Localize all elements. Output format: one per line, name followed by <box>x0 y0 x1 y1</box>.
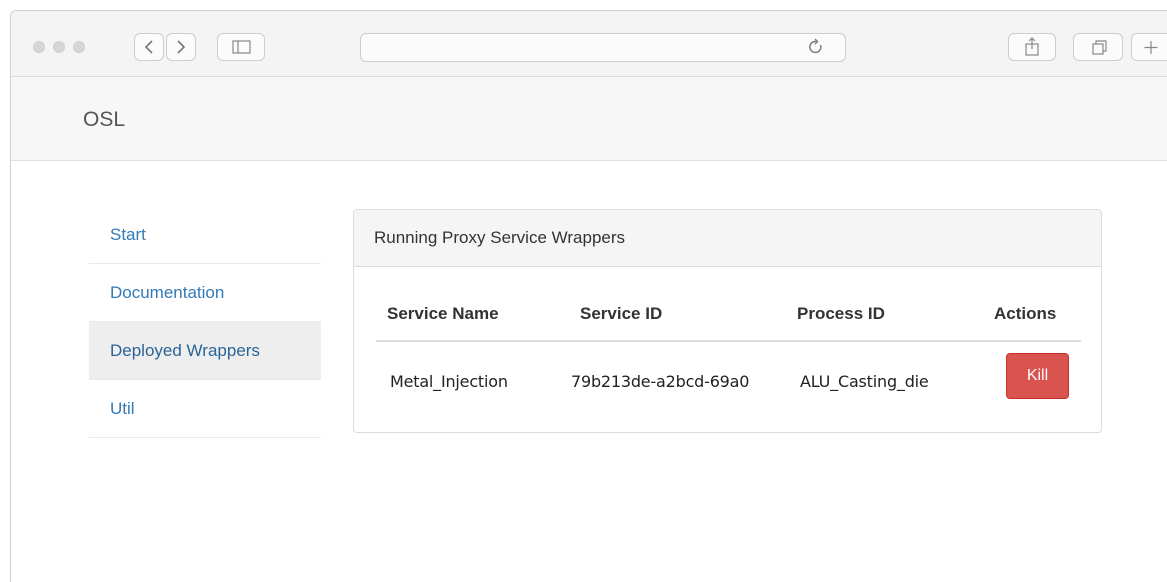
address-bar[interactable] <box>360 33 846 62</box>
tabs-icon <box>1092 40 1107 55</box>
tabs-overview-button[interactable] <box>1073 33 1123 61</box>
table-header-divider <box>376 340 1081 342</box>
column-header-service-id: Service ID <box>580 304 663 323</box>
back-button[interactable] <box>134 33 164 61</box>
panel-title: Running Proxy Service Wrappers <box>354 210 1101 267</box>
column-header-actions: Actions <box>994 304 1057 323</box>
forward-button[interactable] <box>166 33 196 61</box>
plus-icon <box>1144 41 1158 54</box>
column-header-process-id: Process ID <box>797 304 885 323</box>
browser-toolbar <box>11 11 1167 77</box>
sidebar-item-start[interactable]: Start <box>89 206 321 264</box>
running-wrappers-panel: Running Proxy Service Wrappers Service N… <box>353 209 1102 433</box>
zoom-window-button[interactable] <box>73 41 85 53</box>
sidebar-item-deployed-wrappers[interactable]: Deployed Wrappers <box>89 322 321 380</box>
kill-button[interactable]: Kill <box>1006 353 1069 399</box>
minimize-window-button[interactable] <box>53 41 65 53</box>
cell-process-id: ALU_Casting_die <box>800 372 929 391</box>
reload-icon[interactable] <box>806 37 826 57</box>
share-icon <box>1025 37 1039 56</box>
chevron-left-icon <box>144 40 153 54</box>
sidebar-item-documentation[interactable]: Documentation <box>89 264 321 322</box>
new-tab-button[interactable] <box>1131 33 1167 61</box>
close-window-button[interactable] <box>33 41 45 53</box>
sidebar-toggle-button[interactable] <box>217 33 265 61</box>
sidebar-icon <box>232 40 251 54</box>
share-button[interactable] <box>1008 33 1056 61</box>
chevron-right-icon <box>177 40 186 54</box>
browser-window: OSL Start Documentation Deployed Wrapper… <box>10 10 1167 582</box>
brand-title[interactable]: OSL <box>83 108 125 132</box>
cell-service-name: Metal_Injection <box>390 372 508 391</box>
sidebar-item-util[interactable]: Util <box>89 380 321 438</box>
cell-service-id: 79b213de-a2bcd-69a0 <box>571 372 750 391</box>
sidebar-nav: Start Documentation Deployed Wrappers Ut… <box>89 206 321 438</box>
column-header-service-name: Service Name <box>387 304 499 323</box>
app-header <box>11 77 1167 161</box>
